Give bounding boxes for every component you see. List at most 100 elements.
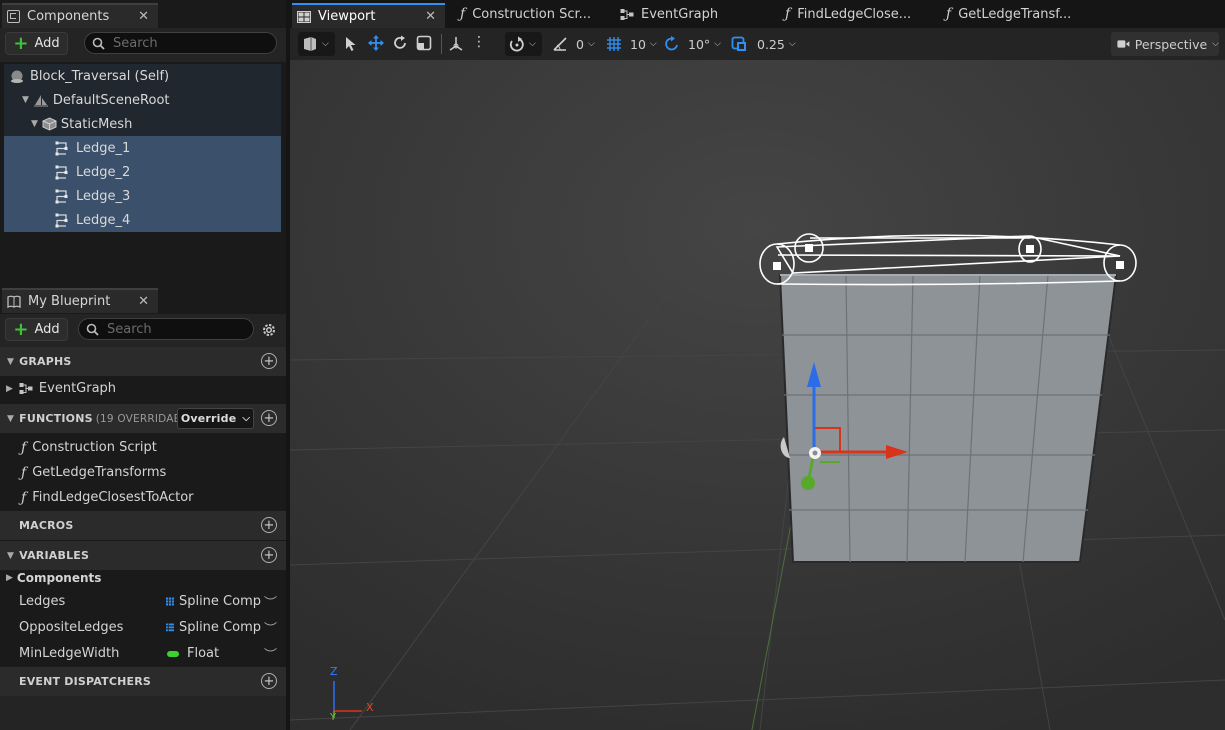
spline-icon: [55, 141, 68, 155]
add-macro-button[interactable]: +: [261, 517, 277, 533]
construction-script-icon: ƒ: [21, 439, 27, 456]
collapse-arrow-icon: ▼: [31, 119, 38, 129]
tree-item-ledge-2[interactable]: Ledge_2: [4, 160, 281, 184]
spline-icon: [55, 165, 68, 179]
variable-category-components[interactable]: ▶ Components: [0, 566, 286, 590]
surface-snap-angle-icon: [553, 37, 567, 51]
grid-snap-toggle[interactable]: 10 ⌵: [606, 34, 657, 54]
tab-viewport-label: Viewport: [318, 9, 376, 24]
tree-item-self[interactable]: Block_Traversal (Self): [4, 64, 281, 88]
tab-getledgetransforms[interactable]: ƒ GetLedgeTransf...: [946, 0, 1071, 28]
variable-type[interactable]: Float: [166, 646, 261, 661]
macros-section-header[interactable]: MACROS +: [0, 511, 286, 540]
add-member-button[interactable]: + Add: [5, 318, 68, 341]
tab-findledgeclosest[interactable]: ƒ FindLedgeClose...: [785, 0, 911, 28]
viewport-options-dropdown[interactable]: ⌵: [298, 32, 335, 56]
event-dispatchers-title: EVENT DISPATCHERS: [19, 675, 152, 688]
tree-item-ledge-4[interactable]: Ledge_4: [4, 208, 281, 232]
viewport-canvas[interactable]: Z X Y: [290, 60, 1225, 730]
select-cursor-icon[interactable]: [345, 36, 357, 52]
components-icon: [7, 10, 20, 23]
tab-my-blueprint[interactable]: My Blueprint ✕: [2, 288, 158, 313]
tab-components[interactable]: Components ✕: [2, 3, 158, 28]
add-graph-button[interactable]: +: [261, 353, 277, 369]
variable-name: MinLedgeWidth: [19, 646, 120, 661]
chevron-down-icon: ⌵: [788, 39, 796, 49]
scale-snap-toggle[interactable]: 0.25 ⌵: [731, 34, 796, 54]
variables-title: VARIABLES: [19, 549, 90, 562]
tree-item-defaultsceneroot[interactable]: ▼ DefaultSceneRoot: [4, 88, 281, 112]
function-icon: ƒ: [785, 6, 791, 22]
tree-item-staticmesh[interactable]: ▼ StaticMesh: [4, 112, 281, 136]
components-search-input[interactable]: Search: [84, 32, 277, 54]
add-component-label: Add: [34, 36, 60, 51]
surface-snap-value: 0: [576, 36, 584, 52]
tab-label: FindLedgeClose...: [797, 6, 912, 22]
variable-row-oppositeledges[interactable]: OppositeLedges Spline Comp ︶: [0, 614, 286, 640]
viewport-toolbar: ⌵ ⋮ ⌵ 0 ⌵ 10 ⌵ 10° ⌵ 0.25 ⌵ Perspective …: [290, 28, 1225, 60]
function-item-findledgeclosesttoactor[interactable]: ƒ FindLedgeClosestToActor: [0, 485, 286, 510]
blueprint-search-input[interactable]: Search: [78, 318, 254, 340]
close-icon[interactable]: ✕: [138, 9, 149, 24]
chevron-down-icon: ⌵: [322, 39, 329, 49]
rotate-tool-icon[interactable]: [392, 35, 408, 51]
add-component-button[interactable]: + Add: [5, 32, 68, 55]
add-function-button[interactable]: +: [261, 410, 277, 426]
tab-eventgraph[interactable]: EventGraph: [620, 0, 718, 28]
variable-type[interactable]: Spline Comp: [166, 594, 261, 609]
collapse-arrow-icon: ▼: [7, 550, 15, 561]
scale-snap-value: 0.25: [757, 36, 785, 52]
rotation-snap-toggle[interactable]: 10° ⌵: [664, 34, 721, 54]
settings-gear-icon[interactable]: [260, 321, 278, 339]
translate-tool-icon[interactable]: [368, 35, 384, 51]
scene-root-icon: [33, 95, 48, 107]
float-type-icon: [167, 650, 179, 657]
block-mesh[interactable]: [778, 274, 1118, 563]
tab-viewport[interactable]: Viewport ✕: [292, 3, 445, 28]
scale-tool-icon[interactable]: [416, 35, 432, 51]
components-tree: Block_Traversal (Self) ▼ DefaultSceneRoo…: [4, 64, 281, 232]
surface-snap-toggle[interactable]: 0 ⌵: [552, 34, 595, 54]
add-variable-button[interactable]: +: [261, 547, 277, 563]
variable-row-ledges[interactable]: Ledges Spline Comp ︶: [0, 588, 286, 614]
event-graph-icon: [620, 8, 634, 20]
axis-x-label: X: [366, 701, 374, 714]
variable-category-label: Components: [16, 571, 102, 585]
surface-snapping-dropdown[interactable]: ⌵: [505, 32, 542, 56]
more-options-icon[interactable]: ⋮: [472, 35, 486, 49]
event-dispatchers-section-header[interactable]: EVENT DISPATCHERS +: [0, 667, 286, 696]
chevron-down-icon: ⌵: [587, 39, 595, 49]
function-item-construction-script[interactable]: ƒ Construction Script: [0, 435, 286, 460]
array-type-icon: [166, 597, 174, 606]
collapse-arrow-icon: ▼: [7, 356, 15, 367]
visibility-closed-eye-icon[interactable]: ︶: [264, 592, 277, 611]
actor-icon: [11, 70, 23, 83]
array-list-type-icon: [166, 623, 174, 632]
close-icon[interactable]: ✕: [138, 294, 149, 309]
visibility-closed-eye-icon[interactable]: ︶: [264, 618, 277, 637]
variable-type[interactable]: Spline Comp: [166, 620, 261, 635]
override-dropdown[interactable]: Override ⌵: [177, 408, 254, 429]
macros-title: MACROS: [19, 519, 74, 532]
tree-item-ledge-1[interactable]: Ledge_1: [4, 136, 281, 160]
graphs-section-header[interactable]: ▼ GRAPHS +: [0, 347, 286, 376]
transform-space-icon[interactable]: [449, 36, 463, 51]
close-icon[interactable]: ✕: [425, 9, 436, 24]
tab-construction-script[interactable]: ƒ Construction Scr...: [460, 0, 591, 28]
graph-item-eventgraph[interactable]: ▶ EventGraph: [0, 376, 286, 401]
override-label: Override: [180, 412, 237, 425]
perspective-dropdown[interactable]: Perspective ⌵: [1111, 32, 1219, 56]
visibility-closed-eye-icon[interactable]: ︶: [264, 644, 277, 663]
variable-row-minledgewidth[interactable]: MinLedgeWidth Float ︶: [0, 640, 286, 666]
add-event-dispatcher-button[interactable]: +: [261, 673, 277, 689]
components-search-placeholder: Search: [113, 35, 158, 51]
graph-item-label: EventGraph: [38, 381, 117, 396]
tree-item-ledge-3[interactable]: Ledge_3: [4, 184, 281, 208]
viewport-options-icon: [304, 37, 316, 51]
chevron-down-icon: ⌵: [649, 39, 657, 49]
surface-snap-icon: [509, 36, 524, 52]
tab-label: Construction Scr...: [472, 6, 592, 22]
function-item-getledgetransforms[interactable]: ƒ GetLedgeTransforms: [0, 460, 286, 485]
grid-snap-icon: [607, 37, 621, 51]
functions-section-header[interactable]: ▼ FUNCTIONS (19 OVERRIDABLE) Override ⌵ …: [0, 404, 286, 433]
